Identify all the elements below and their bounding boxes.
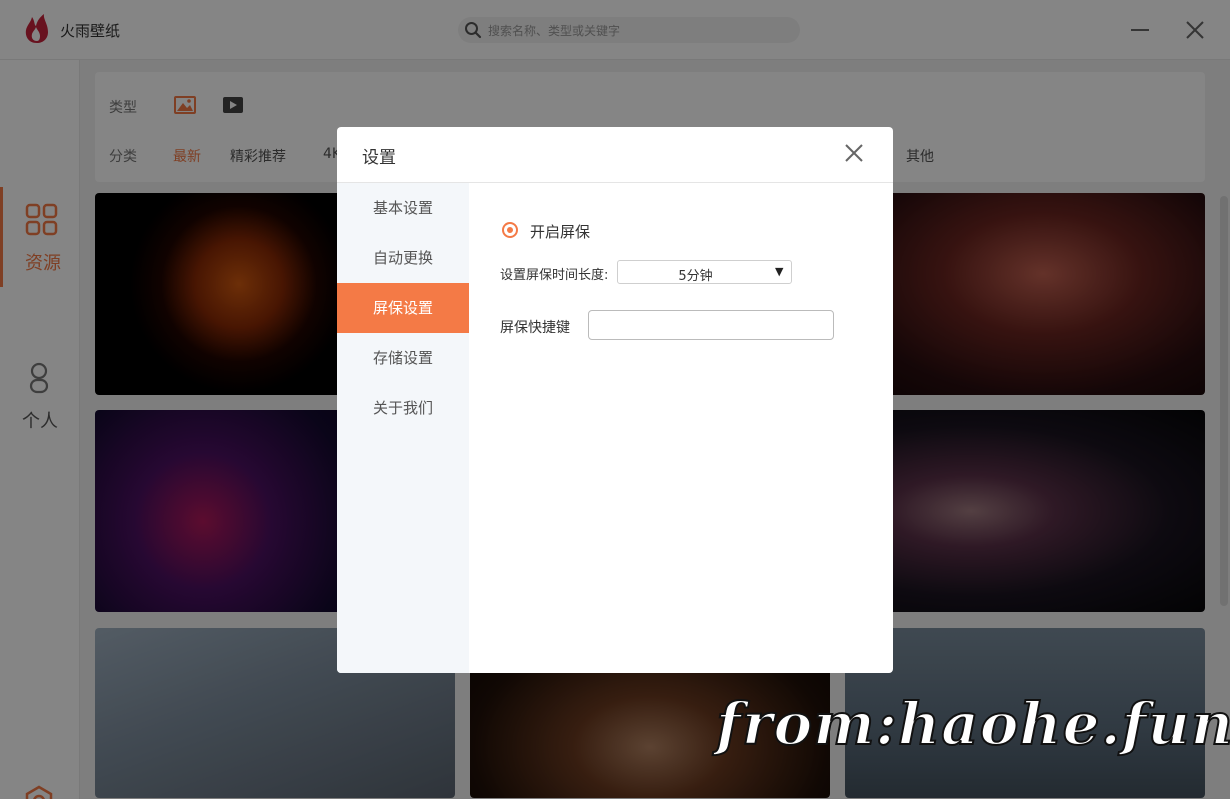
enable-screensaver-label: 开启屏保 [530,223,591,241]
dialog-title: 设置 [362,148,396,168]
duration-value: 5分钟 [678,269,713,284]
menu-item-storage[interactable]: 存储设置 [337,333,469,383]
settings-menu: 基本设置 自动更换 屏保设置 存储设置 关于我们 [337,183,469,673]
menu-item-screensaver[interactable]: 屏保设置 [337,283,469,333]
hotkey-input[interactable] [588,310,834,340]
enable-screensaver-radio[interactable] [502,222,518,238]
dialog-header: 设置 [337,127,893,183]
screensaver-settings: 开启屏保 设置屏保时间长度: 5分钟 ▼ 屏保快捷键 [469,183,893,673]
duration-select[interactable]: 5分钟 ▼ [617,260,792,284]
menu-item-about[interactable]: 关于我们 [337,383,469,433]
settings-dialog: 设置 基本设置 自动更换 屏保设置 存储设置 关于我们 开启屏保 设置屏保时间长… [337,127,893,673]
menu-item-basic[interactable]: 基本设置 [337,183,469,233]
duration-label: 设置屏保时间长度: [500,268,609,283]
menu-item-auto-change[interactable]: 自动更换 [337,233,469,283]
dropdown-caret-icon: ▼ [775,265,784,278]
hotkey-label: 屏保快捷键 [500,320,570,336]
close-icon[interactable] [841,140,867,166]
